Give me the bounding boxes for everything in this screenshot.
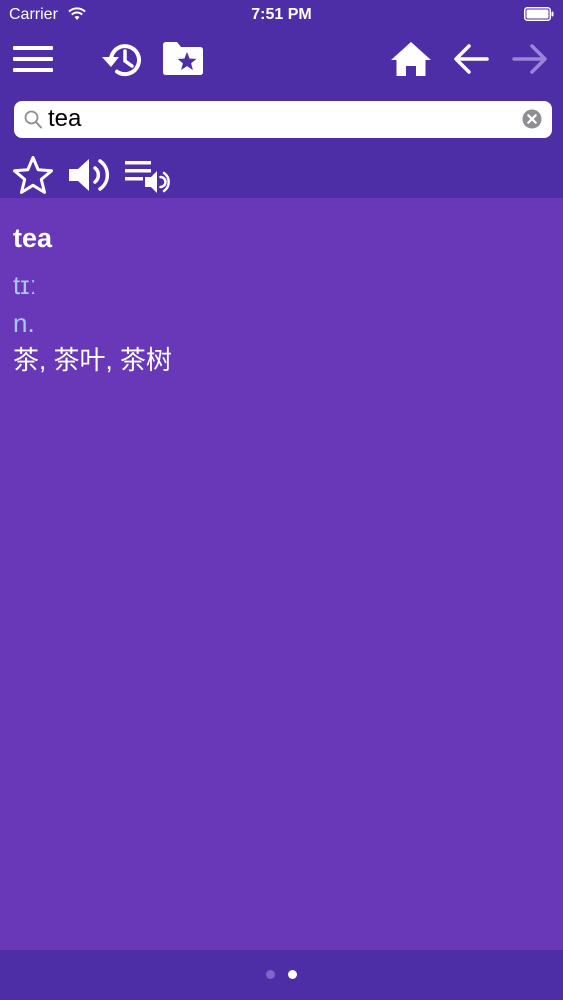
entry-translation: 茶, 茶叶, 茶树 xyxy=(13,345,172,375)
status-time: 7:51 PM xyxy=(251,6,312,23)
entry-phonetic: tɪː xyxy=(13,270,37,300)
history-button[interactable] xyxy=(98,38,146,82)
speaker-icon[interactable] xyxy=(67,156,111,194)
top-bar: Carrier 7:51 PM xyxy=(0,0,563,198)
favorite-star-icon[interactable] xyxy=(12,155,54,195)
forward-arrow-icon xyxy=(512,44,547,74)
entry-word: tea xyxy=(13,223,53,253)
page-control-bar xyxy=(0,950,563,1000)
bookmark-folder-icon xyxy=(163,42,203,75)
page-dot-2-active[interactable] xyxy=(288,970,297,979)
entry-part-of-speech: n. xyxy=(13,308,35,338)
bookmarks-button[interactable] xyxy=(160,38,206,78)
back-button[interactable] xyxy=(452,40,490,78)
dictionary-entry: tea tɪː n. 茶, 茶叶, 茶树 xyxy=(13,220,550,378)
clear-search-icon[interactable] xyxy=(522,109,542,129)
search-bar xyxy=(14,101,552,138)
back-arrow-icon xyxy=(454,44,489,74)
home-button[interactable] xyxy=(388,38,434,80)
search-input[interactable] xyxy=(48,103,508,135)
page-dot-1[interactable] xyxy=(266,970,275,979)
menu-button[interactable] xyxy=(12,42,54,76)
forward-button[interactable] xyxy=(511,40,549,78)
menu-icon xyxy=(13,46,53,72)
status-bar: Carrier 7:51 PM xyxy=(0,0,563,30)
battery-icon xyxy=(524,7,554,21)
play-list-audio-icon[interactable] xyxy=(125,160,171,194)
search-icon xyxy=(24,110,42,129)
home-icon xyxy=(391,42,431,76)
history-icon xyxy=(102,44,141,77)
